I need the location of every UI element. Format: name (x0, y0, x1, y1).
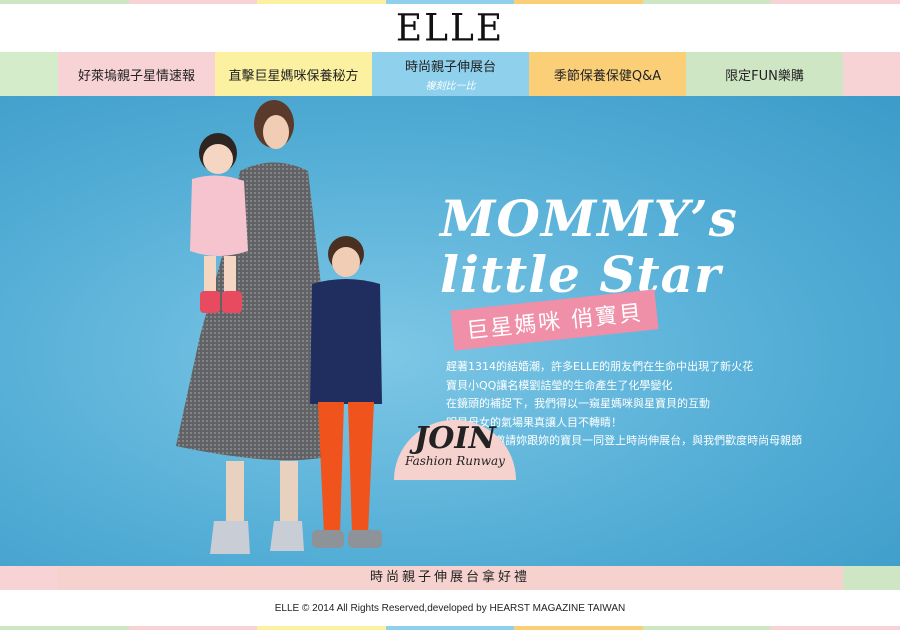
nav-item-seasonal-qa[interactable]: 季節保養保健Q&A (529, 52, 686, 96)
nav-item-label: 限定FUN樂購 (725, 68, 804, 84)
join-runway-button[interactable]: JOIN Fashion Runway (394, 420, 516, 480)
copy-line: 在鏡頭的補捉下，我們得以一窺星媽咪與星寶貝的互動 (446, 397, 710, 410)
nav-item-label: 好萊塢親子星情速報 (77, 68, 195, 84)
main-nav: 好萊塢親子星情速報 直擊巨星媽咪保養秘方 時尚親子伸展台 複刻比一比 季節保養保… (0, 52, 900, 96)
nav-item-limited-shop[interactable]: 限定FUN樂購 (686, 52, 843, 96)
copy-line: 趕著1314的結婚潮，許多ELLE的朋友們在生命中出現了新火花 (446, 360, 754, 373)
nav-item-label: 直擊巨星媽咪保養秘方 (228, 68, 359, 84)
nav-item-label: 時尚親子伸展台 (404, 60, 496, 75)
hero-headline: MOMMY’s little Star (440, 191, 738, 303)
cta-get-gift-link[interactable]: 時尚親子伸展台拿好禮 (0, 566, 900, 590)
nav-item-hollywood-news[interactable]: 好萊塢親子星情速報 (58, 52, 215, 96)
elle-logo[interactable]: ELLE (0, 7, 900, 50)
copy-line: 寶貝小QQ讓名模劉詰瑩的生命產生了化學變化 (446, 378, 673, 392)
nav-edge-right (843, 52, 900, 96)
nav-item-sublabel: 複刻比一比 (425, 81, 476, 92)
nav-item-label: 季節保養保健Q&A (553, 68, 662, 84)
nav-item-fashion-runway[interactable]: 時尚親子伸展台 複刻比一比 (372, 52, 529, 96)
top-color-strip (0, 0, 900, 4)
boy-figure (310, 236, 382, 548)
join-sublabel: Fashion Runway (405, 454, 505, 468)
footer-copyright: ELLE © 2014 All Rights Reserved,develope… (274, 603, 626, 614)
join-label: JOIN (414, 421, 496, 456)
nav-edge-left (0, 52, 58, 96)
headline-line-1: MOMMY’s (440, 189, 738, 248)
header-bar: ELLE (0, 0, 900, 52)
nav-item-beauty-secrets[interactable]: 直擊巨星媽咪保養秘方 (215, 52, 372, 96)
headline-line-2: little Star (440, 245, 722, 304)
bottom-color-strip (0, 626, 900, 630)
baby-figure (190, 133, 248, 313)
hero-banner: MOMMY’s little Star 巨星媽咪 俏寶貝 趕著1314的結婚潮，… (0, 96, 900, 566)
